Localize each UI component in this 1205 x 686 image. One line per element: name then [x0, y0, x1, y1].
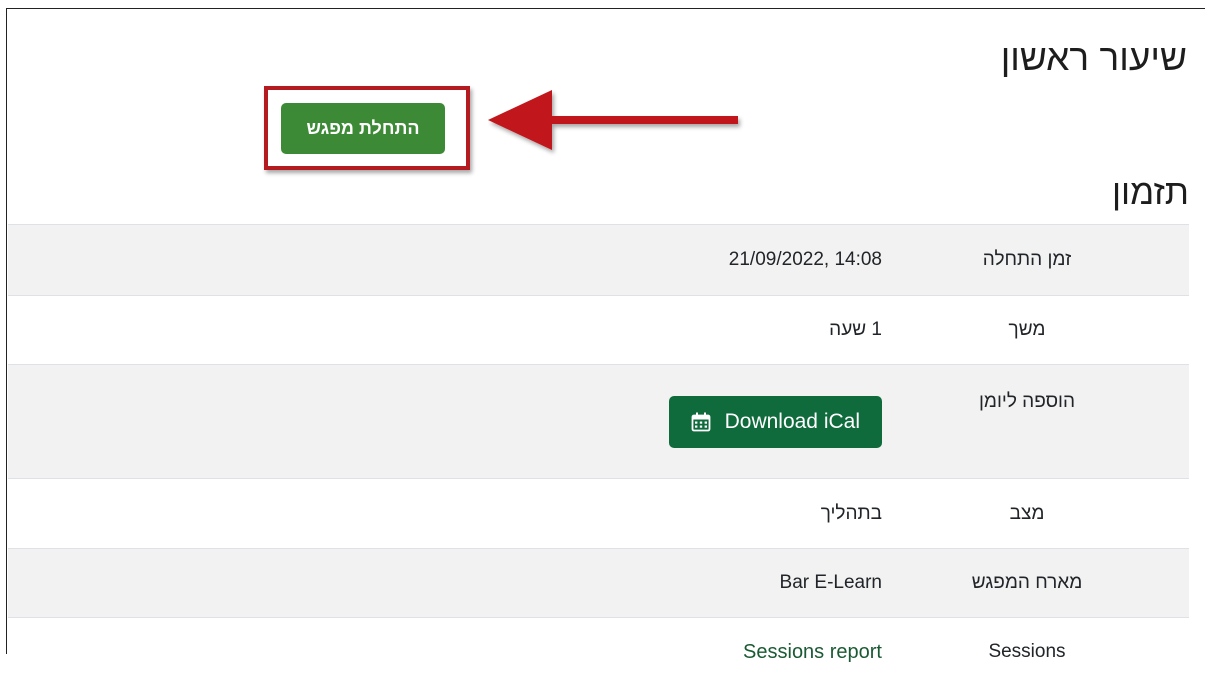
calendar-icon	[691, 412, 711, 432]
frame-left-border	[6, 8, 7, 654]
status-value: בתהליך	[8, 479, 900, 549]
sessions-report-link[interactable]: Sessions report	[743, 641, 882, 663]
host-value: Bar E-Learn	[8, 549, 900, 618]
download-ical-label: Download iCal	[725, 410, 860, 434]
calendar-label: הוספה ליומן	[900, 365, 1189, 479]
table-row: מצב בתהליך	[8, 479, 1189, 549]
duration-value: 1 שעה	[8, 296, 900, 365]
start-session-button[interactable]: התחלת מפגש	[281, 103, 445, 154]
status-label: מצב	[900, 479, 1189, 549]
table-row: הוספה ליומן Download iCal	[8, 365, 1189, 479]
calendar-cell: Download iCal	[8, 365, 900, 479]
table-row: Sessions Sessions report	[8, 618, 1189, 686]
sessions-label: Sessions	[900, 618, 1189, 686]
table-row: מארח המפגש Bar E-Learn	[8, 549, 1189, 618]
start-time-value: 21/09/2022, 14:08	[8, 225, 900, 296]
download-ical-button[interactable]: Download iCal	[669, 396, 882, 448]
host-label: מארח המפגש	[900, 549, 1189, 618]
start-time-label: זמן התחלה	[900, 225, 1189, 296]
schedule-details-table: זמן התחלה 21/09/2022, 14:08 משך 1 שעה הו…	[8, 224, 1189, 686]
annotation-arrow-icon	[488, 88, 748, 158]
section-title: תזמון	[1112, 172, 1189, 214]
duration-label: משך	[900, 296, 1189, 365]
table-row: משך 1 שעה	[8, 296, 1189, 365]
frame-top-border	[6, 8, 1205, 9]
page: שיעור ראשון התחלת מפגש תזמון זמן התחלה 2…	[0, 0, 1205, 654]
table-row: זמן התחלה 21/09/2022, 14:08	[8, 225, 1189, 296]
page-title: שיעור ראשון	[1001, 36, 1187, 80]
sessions-cell: Sessions report	[8, 618, 900, 686]
